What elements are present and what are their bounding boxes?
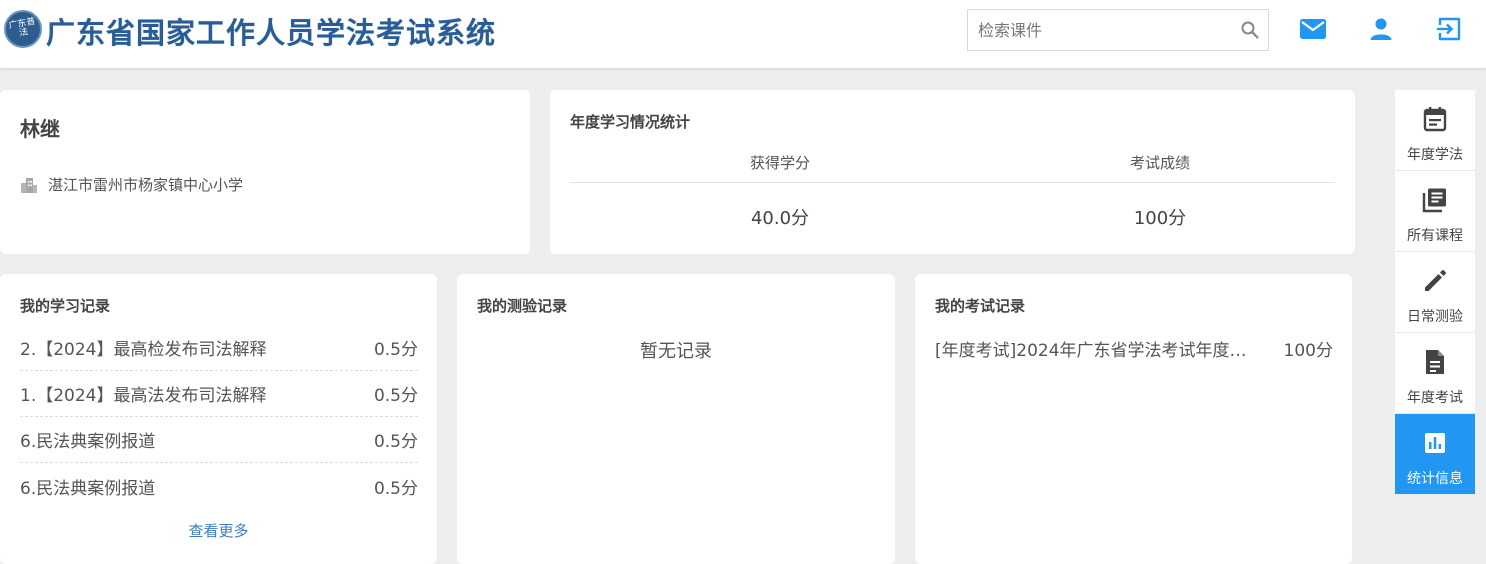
- user-profile-card: 林继 湛江市雷州市杨家镇中心小学: [0, 90, 530, 254]
- site-logo: 广东普法: [4, 10, 42, 48]
- nav-item-annual-study[interactable]: 年度学法: [1395, 90, 1475, 171]
- annual-stats-card: 年度学习情况统计 获得学分 考试成绩 40.0分 100分: [550, 90, 1355, 254]
- score-label-col: 考试成绩: [970, 152, 1350, 173]
- logout-icon[interactable]: [1434, 14, 1464, 44]
- credits-value-col: 40.0分: [590, 204, 970, 230]
- study-record-name: 2.【2024】最高检发布司法解释: [20, 340, 267, 360]
- nav-item-all-courses[interactable]: 所有课程: [1395, 171, 1475, 252]
- stats-divider: [570, 182, 1335, 183]
- study-record-item[interactable]: 1.【2024】最高法发布司法解释 0.5分: [20, 371, 418, 417]
- study-record-credit: 0.5分: [373, 386, 418, 406]
- credits-value: 40.0分: [750, 208, 810, 229]
- app-title: 广东省国家工作人员学法考试系统: [46, 16, 497, 50]
- side-nav: 年度学法 所有课程 日常测验 年度考试 统计信息: [1395, 90, 1475, 495]
- quiz-records-card: 我的测验记录 暂无记录: [457, 274, 895, 564]
- nav-item-annual-exam[interactable]: 年度考试: [1395, 333, 1475, 414]
- study-record-name: 6.民法典案例报道: [20, 478, 156, 499]
- exam-record-item[interactable]: [年度考试]2024年广东省学法考试年度考试 100分: [935, 336, 1333, 361]
- annual-stats-title: 年度学习情况统计: [570, 113, 691, 131]
- quiz-empty-text: 暂无记录: [640, 341, 712, 362]
- study-record-item[interactable]: 6.民法典案例报道 0.5分: [20, 463, 418, 509]
- credits-label-col: 获得学分: [590, 152, 970, 173]
- credits-label: 获得学分: [749, 154, 810, 172]
- top-header: 广东普法 广东省国家工作人员学法考试系统: [0, 0, 1486, 68]
- building-icon: [21, 177, 37, 193]
- exam-records-card: 我的考试记录 [年度考试]2024年广东省学法考试年度考试 100分: [915, 274, 1352, 564]
- calendar-icon: [1423, 106, 1447, 132]
- document-icon: [1424, 349, 1446, 375]
- score-label: 考试成绩: [1129, 154, 1190, 172]
- logo-text: 广东普法: [7, 16, 37, 39]
- view-more-link[interactable]: 查看更多: [0, 520, 437, 541]
- nav-item-statistics[interactable]: 统计信息: [1395, 414, 1475, 495]
- organization-info: 湛江市雷州市杨家镇中心小学: [20, 174, 243, 195]
- nav-label: 日常测验: [1407, 309, 1463, 325]
- user-name: 林继: [20, 117, 60, 141]
- library-icon: [1422, 187, 1448, 213]
- study-record-item[interactable]: 6.民法典案例报道 0.5分: [20, 417, 418, 463]
- nav-item-daily-quiz[interactable]: 日常测验: [1395, 252, 1475, 333]
- nav-label: 年度考试: [1407, 390, 1463, 406]
- study-record-credit: 0.5分: [373, 478, 418, 499]
- study-record-name: 1.【2024】最高法发布司法解释: [20, 386, 267, 406]
- bar-chart-icon: [1423, 430, 1447, 456]
- search-input[interactable]: [968, 10, 1238, 50]
- organization-name: 湛江市雷州市杨家镇中心小学: [48, 176, 244, 194]
- study-record-credit: 0.5分: [373, 340, 418, 360]
- exam-records-title: 我的考试记录: [935, 297, 1026, 315]
- study-record-item[interactable]: 2.【2024】最高检发布司法解释 0.5分: [20, 325, 418, 371]
- study-records-list: 2.【2024】最高检发布司法解释 0.5分 1.【2024】最高法发布司法解释…: [20, 325, 418, 509]
- study-record-name: 6.民法典案例报道: [20, 432, 156, 452]
- quiz-records-title: 我的测验记录: [477, 297, 568, 315]
- nav-label: 统计信息: [1407, 471, 1463, 487]
- search-box: [967, 9, 1269, 51]
- study-record-credit: 0.5分: [373, 432, 418, 452]
- study-records-card: 我的学习记录 2.【2024】最高检发布司法解释 0.5分 1.【2024】最高…: [0, 274, 437, 564]
- user-icon[interactable]: [1366, 14, 1396, 44]
- score-value: 100分: [1133, 208, 1187, 229]
- search-icon[interactable]: [1240, 20, 1260, 40]
- score-value-col: 100分: [970, 204, 1350, 230]
- exam-record-name: [年度考试]2024年广东省学法考试年度考试: [935, 341, 1253, 361]
- exam-record-score: 100分: [1283, 341, 1333, 361]
- mail-icon[interactable]: [1298, 14, 1328, 44]
- pencil-icon: [1422, 268, 1448, 294]
- nav-label: 年度学法: [1407, 147, 1463, 163]
- study-records-title: 我的学习记录: [20, 297, 111, 315]
- nav-label: 所有课程: [1407, 228, 1463, 244]
